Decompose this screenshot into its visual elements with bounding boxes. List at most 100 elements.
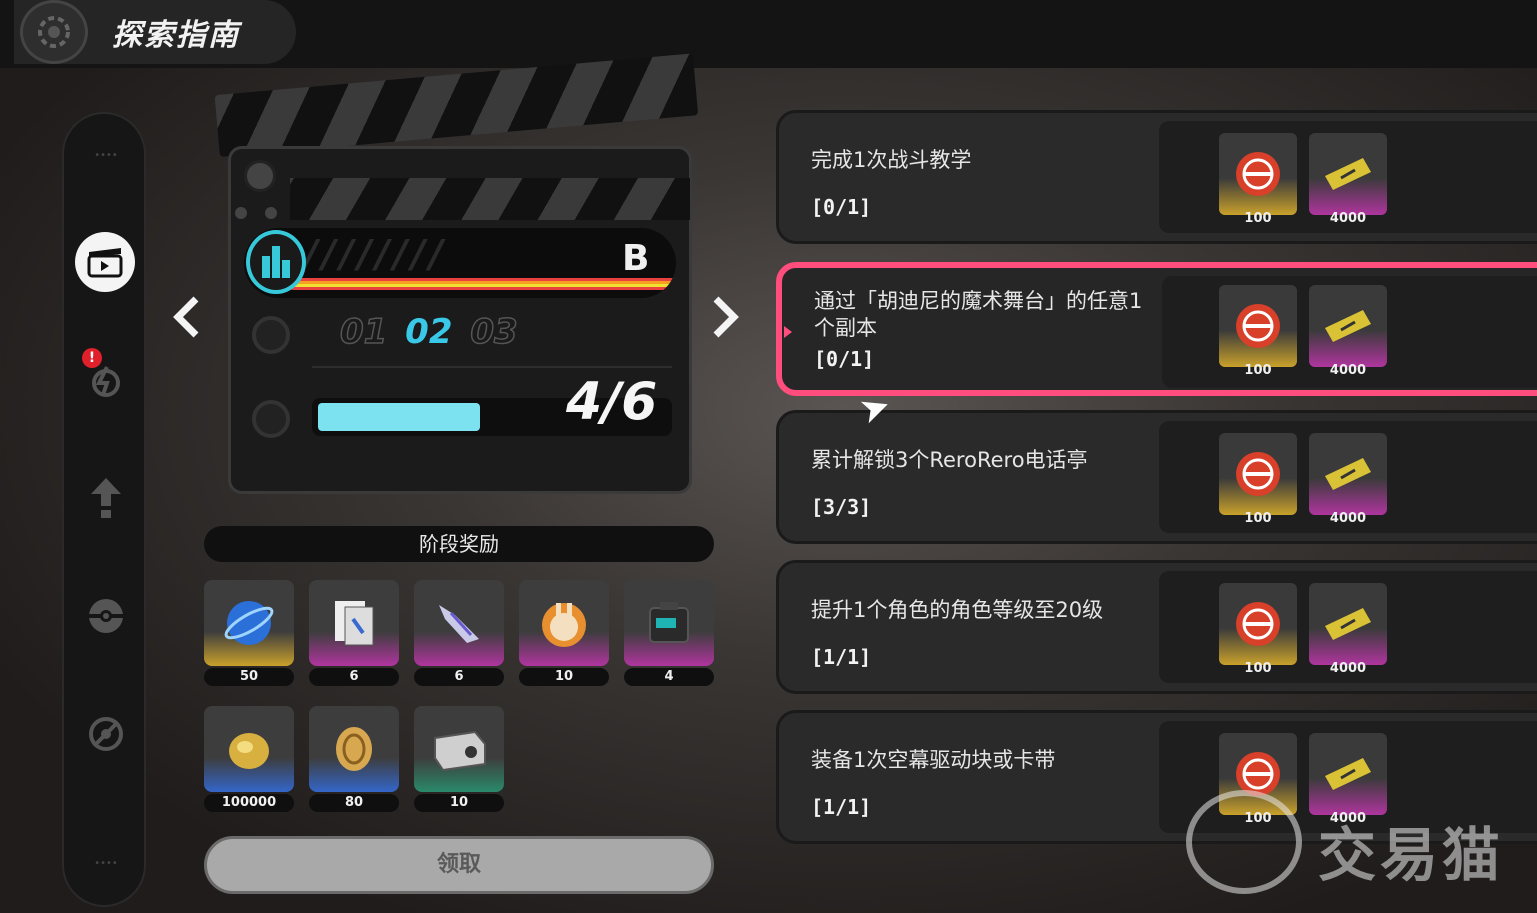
clapper-stripe	[290, 178, 690, 220]
bolt-dot	[265, 207, 277, 219]
next-arrow-button[interactable]	[708, 288, 742, 353]
stage-number-3[interactable]: 03	[470, 311, 519, 353]
divider	[312, 366, 672, 368]
task-reward-count: 100	[1244, 661, 1272, 676]
clapperboard-icon	[87, 248, 123, 278]
reward-item[interactable]: 50	[204, 580, 294, 686]
stage-title-bar: ////////	[244, 228, 676, 298]
hr-badge-icon	[1236, 452, 1280, 496]
upgrade-arrow-icon	[91, 478, 121, 518]
sidebar-item-clapperboard[interactable]	[75, 232, 135, 292]
task-title: 完成1次战斗教学	[811, 148, 972, 172]
task-reward-count: 100	[1244, 511, 1272, 526]
task-reward-item[interactable]	[1219, 285, 1297, 367]
city-emblem-icon	[246, 230, 306, 294]
chevron-right-icon	[713, 296, 739, 338]
task-reward-item[interactable]	[1219, 433, 1297, 515]
claim-button[interactable]: 领取	[204, 836, 714, 894]
task-reward-count: 4000	[1329, 211, 1367, 226]
task-progress: [0/1]	[811, 195, 872, 219]
task-progress: [1/1]	[811, 795, 872, 819]
document-card-icon	[335, 601, 374, 646]
reward-count: 10	[414, 794, 504, 812]
gold-ticket-icon	[1325, 310, 1371, 342]
task-reward-count: 4000	[1329, 511, 1367, 526]
top-bar: 探索指南	[0, 0, 1537, 68]
reward-count: 6	[309, 668, 399, 686]
task-title: 装备1次空幕驱动块或卡带	[811, 748, 1056, 772]
chevron-left-icon	[173, 296, 199, 338]
crystal-shard-icon	[439, 605, 479, 643]
reward-item[interactable]: 4	[624, 580, 714, 686]
reward-count: 10	[519, 668, 609, 686]
task-reward-item[interactable]	[1309, 583, 1387, 665]
reward-item[interactable]: 80	[309, 706, 399, 812]
task-progress: [0/1]	[814, 347, 875, 371]
cat-logo-icon	[1186, 790, 1302, 894]
reward-item[interactable]: 6	[414, 580, 504, 686]
watermark-text: 交易猫	[1318, 821, 1505, 889]
sidebar-item-upgrade[interactable]	[76, 468, 136, 528]
task-card[interactable]: 完成1次战斗教学 [0/1] 100 4000	[776, 110, 1537, 244]
task-reward-count: 100	[1244, 211, 1272, 226]
task-card[interactable]: 累计解锁3个ReroRero电话亭 [3/3] 100 4000	[776, 410, 1537, 544]
gold-egg-icon	[229, 733, 269, 769]
task-card[interactable]: 通过「胡迪尼的魔术舞台」的任意1个副本 [0/1] 100 4000	[776, 262, 1537, 396]
task-progress: [3/3]	[811, 495, 872, 519]
task-reward-item[interactable]	[1219, 583, 1297, 665]
stage-rewards-header: 阶段奖励	[204, 526, 714, 562]
task-title: 累计解锁3个ReroRero电话亭	[811, 448, 1088, 472]
sidebar-item-profile[interactable]	[76, 350, 136, 410]
reward-item[interactable]: 100000	[204, 706, 294, 812]
reward-item[interactable]: 10	[519, 580, 609, 686]
bunny-coin-icon	[542, 603, 586, 647]
hr-badge-icon	[1236, 602, 1280, 646]
reward-count: 6	[414, 668, 504, 686]
sidebar-item-capsule[interactable]	[76, 586, 136, 646]
sidebar-item-disc[interactable]	[76, 704, 136, 764]
task-reward-count: 100	[1244, 363, 1272, 378]
title-bar-texture: ////////	[304, 232, 448, 276]
stage-number-2[interactable]: 02	[405, 312, 452, 352]
grade-label: B	[622, 238, 650, 279]
task-reward-item[interactable]	[1219, 133, 1297, 215]
sidebar-bottom-grip: ••••	[94, 858, 118, 869]
metal-case-icon	[434, 730, 486, 772]
gold-ticket-icon	[1325, 458, 1371, 490]
stage-numbers: 01 02 03	[339, 311, 524, 353]
profile-bolt-icon	[92, 366, 120, 397]
hr-badge-icon	[1236, 152, 1280, 196]
cube-box-icon	[649, 602, 689, 643]
task-card[interactable]: 提升1个角色的角色等级至20级 [1/1] 100 4000	[776, 560, 1537, 694]
reward-item[interactable]: 6	[309, 580, 399, 686]
watermark: 交易猫	[1186, 790, 1526, 900]
gear-logo-icon[interactable]	[20, 0, 88, 64]
active-marker-icon	[784, 326, 792, 338]
pokeball-icon	[89, 599, 123, 633]
task-reward-item[interactable]	[1309, 133, 1387, 215]
task-reward-item[interactable]	[1309, 285, 1387, 367]
disc-icon	[252, 400, 290, 438]
reward-count: 80	[309, 794, 399, 812]
gold-ticket-icon	[1325, 158, 1371, 190]
film-reel-icon	[252, 316, 290, 354]
bolt-dot	[235, 207, 247, 219]
task-reward-count: 4000	[1329, 363, 1367, 378]
reward-item[interactable]: 10	[414, 706, 504, 812]
task-title: 提升1个角色的角色等级至20级	[811, 598, 1104, 622]
task-title: 通过「胡迪尼的魔术舞台」的任意1个副本	[814, 289, 1143, 340]
gold-ticket-icon	[1325, 608, 1371, 640]
clapper-arm	[214, 53, 699, 158]
prev-arrow-button[interactable]	[170, 288, 204, 353]
hr-badge-icon	[1236, 304, 1280, 348]
circle-slash-icon	[89, 717, 123, 751]
page-title: 探索指南	[112, 18, 240, 53]
bronze-coin-icon	[336, 727, 372, 771]
task-reward-item[interactable]	[1309, 433, 1387, 515]
reward-count: 4	[624, 668, 714, 686]
stage-number-1[interactable]: 01	[339, 311, 388, 353]
progress-fill	[318, 403, 480, 431]
rainbow-stripe	[284, 278, 674, 290]
task-reward-count: 4000	[1329, 661, 1367, 676]
reward-count: 50	[204, 668, 294, 686]
